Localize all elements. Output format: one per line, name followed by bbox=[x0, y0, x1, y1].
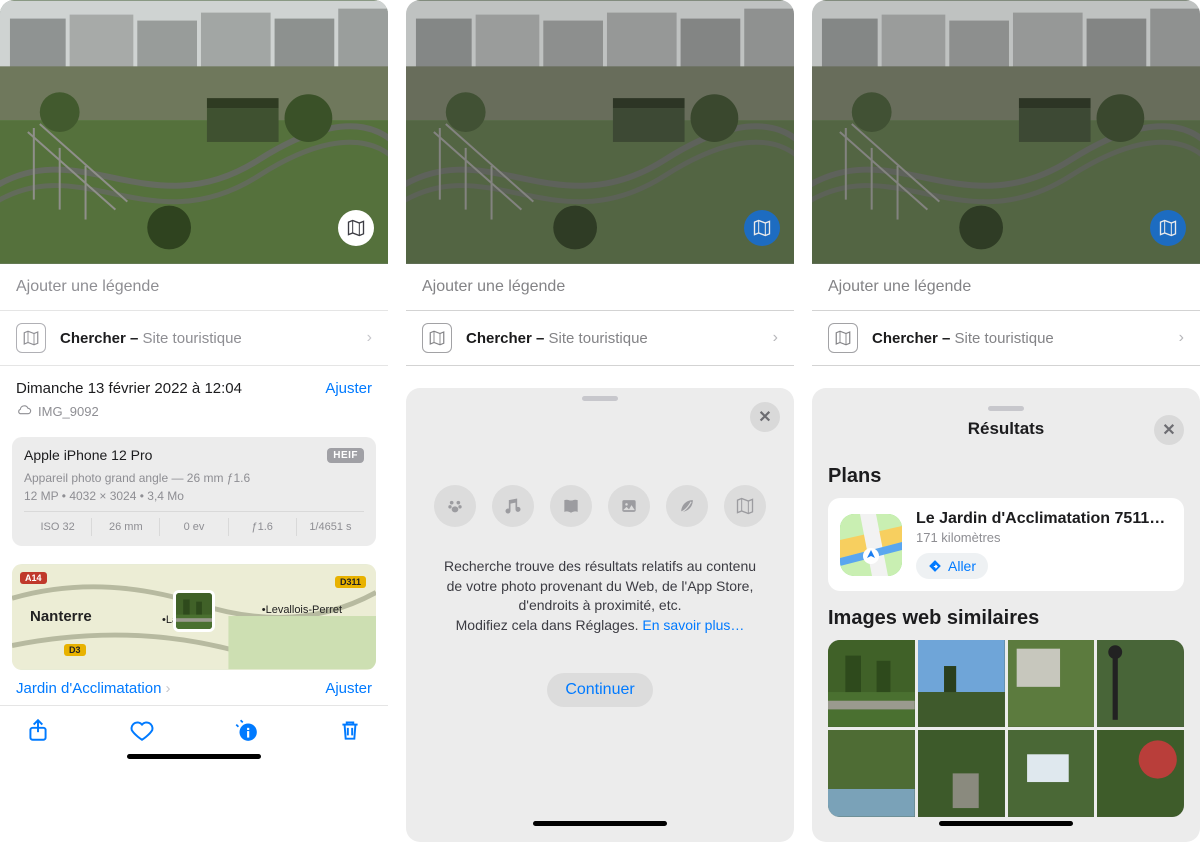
similar-image[interactable] bbox=[1008, 730, 1095, 817]
panel-3-results: Ajouter une légende Chercher – Site tour… bbox=[812, 0, 1200, 842]
sheet-grabber[interactable] bbox=[988, 406, 1024, 411]
exif-ev: 0 ev bbox=[160, 518, 228, 536]
filename-row: IMG_9092 bbox=[16, 403, 372, 419]
delete-button[interactable] bbox=[336, 716, 364, 744]
lookup-text: Chercher – Site touristique bbox=[60, 330, 242, 347]
similar-image[interactable] bbox=[1008, 640, 1095, 727]
visual-lookup-row[interactable]: Chercher – Site touristique › bbox=[0, 311, 388, 366]
icloud-icon bbox=[16, 403, 32, 419]
close-button[interactable]: ✕ bbox=[1154, 415, 1184, 445]
similar-image[interactable] bbox=[918, 730, 1005, 817]
caption-input: Ajouter une légende bbox=[812, 264, 1200, 311]
exif-shutter: 1/4651 s bbox=[297, 518, 364, 536]
home-indicator[interactable] bbox=[939, 821, 1073, 826]
sheet-grabber[interactable] bbox=[582, 396, 618, 401]
format-badge: HEIF bbox=[327, 448, 364, 463]
map-photo-pin bbox=[173, 590, 215, 632]
favorite-button[interactable] bbox=[128, 716, 156, 744]
location-name-link[interactable]: Jardin d'Acclimatation› bbox=[16, 680, 170, 697]
location-map[interactable]: A14 D311 D3 Nanterre •La I •Levallois-Pe… bbox=[12, 564, 376, 670]
road-badge-d3: D3 bbox=[64, 644, 86, 656]
specs-line: 12 MP • 4032 × 3024 • 3,4 Mo bbox=[24, 489, 364, 503]
visual-lookup-row: Chercher – Site touristique › bbox=[812, 311, 1200, 366]
place-distance: 171 kilomètres bbox=[916, 530, 1172, 545]
similar-images-grid bbox=[828, 640, 1184, 817]
caption-input[interactable]: Ajouter une légende bbox=[0, 264, 388, 311]
road-badge-d311: D311 bbox=[335, 576, 366, 588]
home-indicator[interactable] bbox=[127, 754, 261, 759]
section-similar-title: Images web similaires bbox=[828, 607, 1184, 630]
share-button[interactable] bbox=[24, 716, 52, 744]
similar-image[interactable] bbox=[1097, 730, 1184, 817]
adjust-location-button[interactable]: Ajuster bbox=[325, 680, 372, 697]
lookup-intro-sheet: ✕ Recherche trouve des résultats relatif… bbox=[406, 388, 794, 842]
map-label-nanterre: Nanterre bbox=[30, 608, 92, 625]
category-leaf-icon bbox=[666, 485, 708, 527]
home-indicator[interactable] bbox=[533, 821, 667, 826]
map-icon bbox=[422, 323, 452, 353]
category-image-icon bbox=[608, 485, 650, 527]
exif-focal: 26 mm bbox=[92, 518, 160, 536]
go-button[interactable]: Aller bbox=[916, 553, 988, 579]
map-badge-button-active bbox=[744, 210, 780, 246]
exif-fstop: ƒ1.6 bbox=[229, 518, 297, 536]
caption-input: Ajouter une légende bbox=[406, 264, 794, 311]
category-map-icon bbox=[724, 485, 766, 527]
apple-maps-icon bbox=[840, 514, 902, 576]
lens-info: Appareil photo grand angle — 26 mm ƒ1.6 bbox=[24, 471, 364, 485]
similar-image[interactable] bbox=[828, 730, 915, 817]
panel-1-photo-info: Ajouter une légende Chercher – Site tour… bbox=[0, 0, 388, 842]
category-music-icon bbox=[492, 485, 534, 527]
place-title: Le Jardin d'Acclimatation 75116 Pa… bbox=[916, 510, 1172, 528]
camera-model: Apple iPhone 12 Pro bbox=[24, 447, 152, 463]
similar-image[interactable] bbox=[918, 640, 1005, 727]
info-lookup-button[interactable] bbox=[232, 716, 260, 744]
exif-iso: ISO 32 bbox=[24, 518, 92, 536]
camera-info-card: Apple iPhone 12 Pro HEIF Appareil photo … bbox=[12, 437, 376, 546]
map-label-lev: •Levallois-Perret bbox=[262, 604, 342, 616]
category-paw-icon bbox=[434, 485, 476, 527]
road-badge-a14: A14 bbox=[20, 572, 47, 584]
section-plans-title: Plans bbox=[828, 465, 1184, 488]
adjust-date-button[interactable]: Ajuster bbox=[325, 380, 372, 397]
photo-toolbar bbox=[0, 705, 388, 744]
map-icon bbox=[828, 323, 858, 353]
lookup-info-text: Recherche trouve des résultats relatifs … bbox=[444, 557, 756, 635]
photo-date: Dimanche 13 février 2022 à 12:04 bbox=[16, 380, 242, 397]
continue-button[interactable]: Continuer bbox=[547, 673, 652, 707]
chevron-right-icon: › bbox=[367, 329, 372, 347]
results-sheet: Résultats ✕ Plans Le Jardin d'Accli bbox=[812, 388, 1200, 842]
learn-more-link[interactable]: En savoir plus… bbox=[642, 617, 744, 633]
similar-image[interactable] bbox=[828, 640, 915, 727]
map-badge-button[interactable] bbox=[338, 210, 374, 246]
close-button[interactable]: ✕ bbox=[750, 402, 780, 432]
visual-lookup-row: Chercher – Site touristique › bbox=[406, 311, 794, 366]
results-title: Résultats bbox=[968, 419, 1045, 438]
map-icon bbox=[16, 323, 46, 353]
maps-result-card[interactable]: Le Jardin d'Acclimatation 75116 Pa… 171 … bbox=[828, 498, 1184, 591]
photo-preview[interactable] bbox=[0, 0, 388, 264]
category-book-icon bbox=[550, 485, 592, 527]
panel-2-lookup-intro: Ajouter une légende Chercher – Site tour… bbox=[406, 0, 794, 842]
similar-image[interactable] bbox=[1097, 640, 1184, 727]
map-badge-button-active bbox=[1150, 210, 1186, 246]
